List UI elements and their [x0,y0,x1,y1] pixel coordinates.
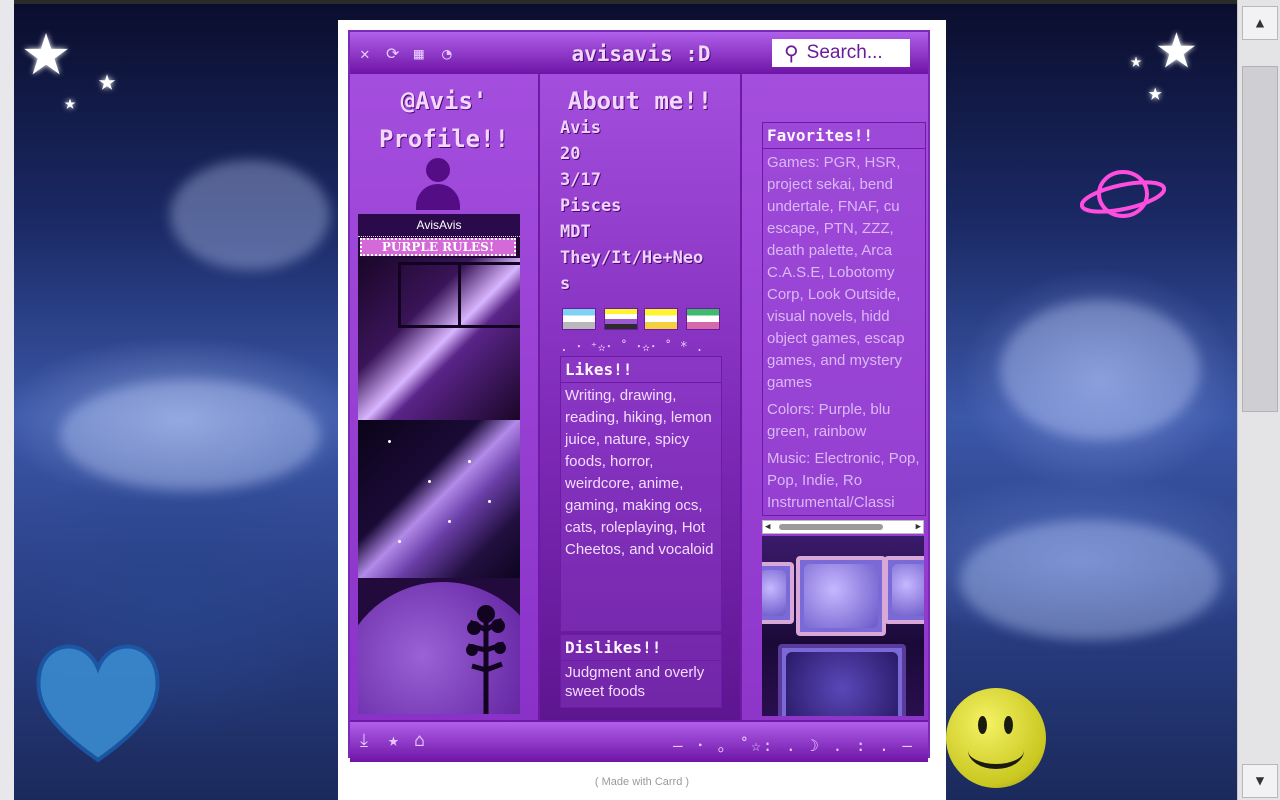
banner-name: AvisAvis [358,214,520,237]
cloud-flower-left [60,380,320,490]
home-icon[interactable]: ⌂ [414,732,425,750]
search-label: Search... [806,42,883,63]
top-edge [0,0,1280,4]
favorites-horizontal-scrollbar[interactable]: ◀ ▶ [762,520,924,534]
favorites-scroll-panel[interactable]: Favorites!! Games: PGR, HSR, project sek… [762,122,926,516]
carrd-page-card: ✕ ⟳ ▦ ◔ avisavis :D ⚲ Search... @Avis' P… [338,20,946,800]
header-bar: ✕ ⟳ ▦ ◔ avisavis :D ⚲ Search... [350,32,928,74]
about-pronouns: They/It/He+Neo [560,248,704,268]
about-age: 20 [560,144,581,164]
favorites-column: Favorites!! Games: PGR, HSR, project sek… [742,74,928,720]
scroll-up-button[interactable]: ▲ [1242,6,1278,40]
footer-bar: ⤓ ★ ⌂ — ･ ｡ ˚☆: . ☽ . : . — [350,720,928,762]
about-name: Avis [560,118,601,138]
profile-title-line1: @Avis' [400,87,488,115]
profile-column: @Avis' Profile!! AvisAvis PURPLE RULES! [350,74,538,720]
decorative-stars: . ･ ⁺✫･ ˚ ･✫･ ˚ * . [560,340,704,355]
profile-title-line2: Profile!! [378,125,510,153]
star-icon: ★ [1148,78,1163,106]
galaxy-image [358,420,520,578]
star-icon[interactable]: ★ [388,732,399,750]
dislikes-text: Judgment and overly sweet foods [565,664,705,700]
window-light-image [358,258,520,420]
star-icon: ★ [22,1,71,94]
about-sign: Pisces [560,196,622,216]
about-birthday: 3/17 [560,170,601,190]
planet-icon [1080,170,1166,218]
retro-tv-image [762,536,924,716]
likes-title: Likes!! [561,357,721,383]
scroll-right-arrow-icon[interactable]: ▶ [916,521,921,533]
search-button[interactable]: ⚲ Search... [772,39,910,67]
green-pink-flag [686,308,720,330]
purple-moon-image [358,578,520,714]
cloud-flower-top-left [170,160,330,270]
close-icon[interactable]: ✕ [360,46,370,62]
yellow-flag [644,308,678,330]
likes-box: Likes!! Writing, drawing, reading, hikin… [560,356,722,632]
refresh-icon[interactable]: ⟳ [386,46,399,62]
profile-frame: ✕ ⟳ ▦ ◔ avisavis :D ⚲ Search... @Avis' P… [348,30,930,762]
made-with-carrd-link[interactable]: ( Made with Carrd ) [338,776,946,788]
cloud-right-bottom [960,520,1220,640]
about-column: About me!! Avis 20 3/17 Pisces MDT They/… [540,74,740,720]
profile-title: @Avis' Profile!! [350,82,538,158]
rss-icon[interactable]: ◔ [442,46,452,62]
scroll-thumb[interactable] [1242,66,1278,412]
favorites-title: Favorites!! [763,123,925,149]
download-icon[interactable]: ⤓ [360,732,368,750]
avatar-icon [416,158,460,210]
tree-silhouette [466,605,506,714]
dislikes-title: Dislikes!! [561,635,721,661]
page-scrollbar[interactable]: ▲ ▼ [1237,0,1280,800]
purple-rules-banner: PURPLE RULES! [360,238,516,256]
scroll-down-button[interactable]: ▼ [1242,764,1278,798]
favorites-colors: Colors: Purple, blu green, rainbow [767,401,891,440]
about-title: About me!! [567,87,713,115]
star-icon: ★ [1130,48,1143,72]
favorites-music: Music: Electronic, Pop, Pop, Indie, Ro I… [767,450,920,511]
search-icon: ⚲ [784,41,799,65]
dislikes-box: Dislikes!! Judgment and overly sweet foo… [560,634,722,708]
likes-text: Writing, drawing, reading, hiking, lemon… [565,387,714,558]
star-icon: ★ [98,63,117,98]
profile-image-collage: AvisAvis PURPLE RULES! [358,214,520,714]
footer-decoration: — ･ ｡ ˚☆: . ☽ . : . — [672,736,914,755]
smiley-face-icon [946,688,1046,788]
horizontal-scroll-thumb[interactable] [779,524,883,530]
scroll-left-arrow-icon[interactable]: ◀ [765,521,770,533]
site-title: avisavis :D [571,42,711,66]
left-edge [0,0,14,800]
about-pronouns-cont: s [560,274,571,294]
calendar-icon[interactable]: ▦ [414,46,424,62]
about-timezone: MDT [560,222,591,242]
cloud-flower-right [1000,300,1200,440]
star-icon: ★ [1156,6,1197,85]
heart-icon [36,644,160,763]
nonbinary-flag [604,308,638,330]
demiboy-flag [562,308,596,330]
star-icon: ★ [64,90,77,114]
favorites-games: Games: PGR, HSR, project sekai, bend und… [767,154,905,391]
